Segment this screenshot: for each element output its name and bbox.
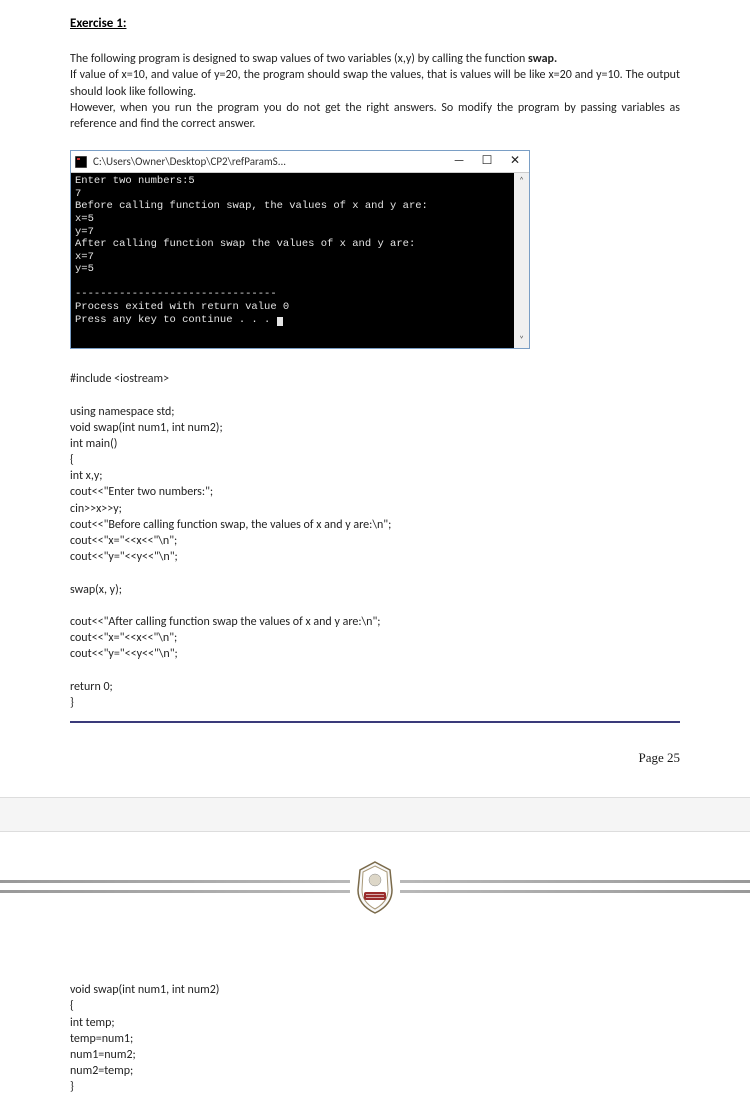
console-line: Press any key to continue . . .: [75, 314, 277, 326]
console-body-wrap: Enter two numbers:5 7 Before calling fun…: [71, 173, 529, 348]
code-line: void swap(int num1, int num2);: [70, 421, 223, 435]
window-controls: — ☐ ✕: [453, 156, 525, 168]
code-line: cout<<"y="<<y<<"\n";: [70, 647, 178, 661]
code-line: {: [70, 453, 74, 467]
scrollbar[interactable]: ˄ ˅: [514, 173, 529, 348]
desc-swap-bold: swap.: [528, 52, 557, 66]
code-line: cout<<"x="<<x<<"\n";: [70, 631, 177, 645]
console-title-text: C:\Users\Owner\Desktop\CP2\refParamS...: [93, 154, 453, 169]
page-number: Page 25: [0, 749, 750, 797]
code-line: return 0;: [70, 680, 113, 694]
minimize-button[interactable]: —: [453, 156, 465, 168]
code-line: cout<<"Enter two numbers:";: [70, 485, 213, 499]
code-line: cout<<"After calling function swap the v…: [70, 615, 381, 629]
page-footer-rule: [70, 721, 680, 723]
code-line: swap(x, y);: [70, 583, 122, 597]
exercise-title: Exercise 1:: [70, 15, 680, 33]
code-line: #include <iostream>: [70, 372, 169, 386]
desc-line1a: The following program is designed to swa…: [70, 52, 528, 66]
code-line: cout<<"Before calling function swap, the…: [70, 518, 391, 532]
code-line: num1=num2;: [70, 1048, 136, 1062]
console-window: C:\Users\Owner\Desktop\CP2\refParamS... …: [70, 150, 530, 349]
console-line: y=7: [75, 226, 94, 238]
code-line: cin>>x>>y;: [70, 502, 122, 516]
scroll-up-icon[interactable]: ˄: [519, 175, 524, 188]
page-gap: [0, 797, 750, 832]
scroll-down-icon[interactable]: ˅: [519, 334, 524, 347]
console-line: Before calling function swap, the values…: [75, 200, 428, 212]
console-line: Process exited with return value 0: [75, 301, 289, 313]
console-line: --------------------------------: [75, 288, 277, 300]
close-button[interactable]: ✕: [509, 156, 521, 168]
console-line: x=7: [75, 251, 94, 263]
console-line: y=5: [75, 263, 94, 275]
page-1: Exercise 1: The following program is des…: [0, 0, 750, 749]
description-paragraph: The following program is designed to swa…: [70, 51, 680, 132]
code-line: num2=temp;: [70, 1064, 133, 1078]
console-output: Enter two numbers:5 7 Before calling fun…: [71, 173, 514, 348]
code-line: cout<<"y="<<y<<"\n";: [70, 550, 178, 564]
source-code-main: #include <iostream> using namespace std;…: [70, 371, 680, 711]
code-line: int x,y;: [70, 469, 103, 483]
code-line: }: [70, 1080, 74, 1094]
maximize-button[interactable]: ☐: [481, 156, 493, 168]
console-line: x=5: [75, 213, 94, 225]
desc-line2: If value of x=10, and value of y=20, the…: [70, 68, 680, 98]
code-line: }: [70, 696, 74, 710]
code-line: temp=num1;: [70, 1032, 133, 1046]
code-line: {: [70, 999, 74, 1013]
page-2: void swap(int num1, int num2) { int temp…: [0, 932, 750, 1115]
console-line: Enter two numbers:5: [75, 175, 195, 187]
console-app-icon: [75, 156, 87, 168]
header-logo-band: [0, 842, 750, 932]
console-titlebar: C:\Users\Owner\Desktop\CP2\refParamS... …: [71, 151, 529, 173]
cursor-icon: [277, 317, 283, 326]
console-line: After calling function swap the values o…: [75, 238, 415, 250]
code-line: cout<<"x="<<x<<"\n";: [70, 534, 177, 548]
source-code-swap-function: void swap(int num1, int num2) { int temp…: [70, 982, 680, 1095]
code-line: int main(): [70, 437, 117, 451]
console-line: 7: [75, 188, 81, 200]
code-line: int temp;: [70, 1016, 115, 1030]
desc-line3: However, when you run the program you do…: [70, 101, 680, 131]
code-line: using namespace std;: [70, 405, 175, 419]
university-logo-icon: [350, 860, 400, 915]
code-line: void swap(int num1, int num2): [70, 983, 219, 997]
